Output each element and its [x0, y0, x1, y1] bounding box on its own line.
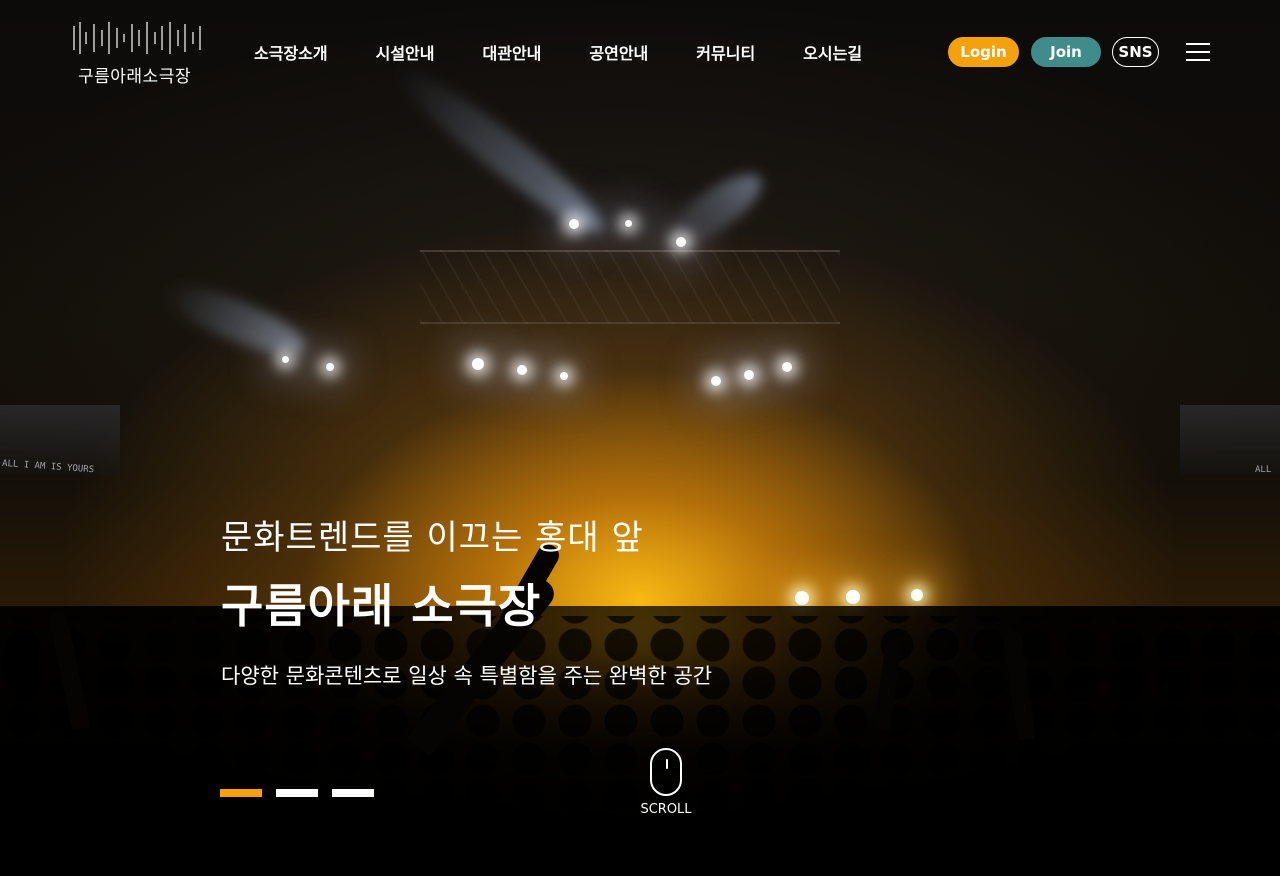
nav-item-rental[interactable]: 대관안내 — [483, 40, 542, 64]
stage-light — [676, 237, 686, 247]
stage-light — [911, 589, 923, 601]
hero-background-image: ALL I AM IS YOURS ALL — [0, 0, 1280, 876]
slide-indicators — [220, 789, 388, 797]
nav-item-directions[interactable]: 오시는길 — [803, 40, 862, 64]
nav-item-performances[interactable]: 공연안내 — [589, 40, 648, 64]
stage-light — [569, 219, 579, 229]
stage-light — [472, 358, 484, 370]
hamburger-menu-icon[interactable] — [1186, 43, 1210, 61]
hero-subtitle: 문화트렌드를 이끄는 홍대 앞 — [221, 518, 644, 558]
nav-item-facilities[interactable]: 시설안내 — [376, 40, 435, 64]
mouse-icon — [650, 748, 682, 796]
sns-button[interactable]: SNS — [1112, 37, 1159, 67]
nav-item-about[interactable]: 소극장소개 — [254, 40, 328, 64]
stage-light — [326, 363, 334, 371]
crowd-heads — [0, 616, 1280, 876]
site-logo[interactable]: 구름아래소극장 — [72, 20, 206, 87]
menu-line — [1186, 51, 1210, 53]
menu-line — [1186, 43, 1210, 45]
scroll-label: SCROLL — [640, 802, 692, 817]
menu-line — [1186, 59, 1210, 61]
hero-title: 구름아래 소극장 — [221, 579, 542, 633]
slide-indicator-3[interactable] — [332, 789, 374, 797]
stage-light — [560, 372, 568, 380]
logo-text: 구름아래소극장 — [78, 67, 191, 87]
screen-text-right: ALL — [1255, 465, 1272, 475]
soundwave-logo-icon — [73, 22, 201, 54]
mouse-wheel — [666, 759, 668, 769]
stage-light-beam — [157, 273, 313, 367]
site-header: 구름아래소극장 소극장소개 시설안내 대관안내 공연안내 커뮤니티 오시는길 L… — [0, 0, 1280, 100]
stage-light — [795, 591, 809, 605]
stage-light — [782, 362, 792, 372]
stage-light — [517, 365, 527, 375]
join-button[interactable]: Join — [1031, 37, 1101, 67]
stage-truss — [420, 250, 840, 324]
nav-item-community[interactable]: 커뮤니티 — [696, 40, 755, 64]
stage-light — [282, 356, 289, 363]
stage-light — [744, 370, 754, 380]
login-button[interactable]: Login — [948, 37, 1019, 67]
hero-description: 다양한 문화콘텐츠로 일상 속 특별함을 주는 완벽한 공간 — [221, 664, 713, 688]
stage-light — [711, 376, 721, 386]
slide-indicator-2[interactable] — [276, 789, 318, 797]
slide-indicator-1[interactable] — [220, 789, 262, 797]
stage-light — [625, 220, 632, 227]
stage-light — [846, 590, 860, 604]
main-nav: 소극장소개 시설안내 대관안내 공연안내 커뮤니티 오시는길 — [254, 40, 910, 64]
scroll-down-button[interactable]: SCROLL — [636, 748, 696, 824]
